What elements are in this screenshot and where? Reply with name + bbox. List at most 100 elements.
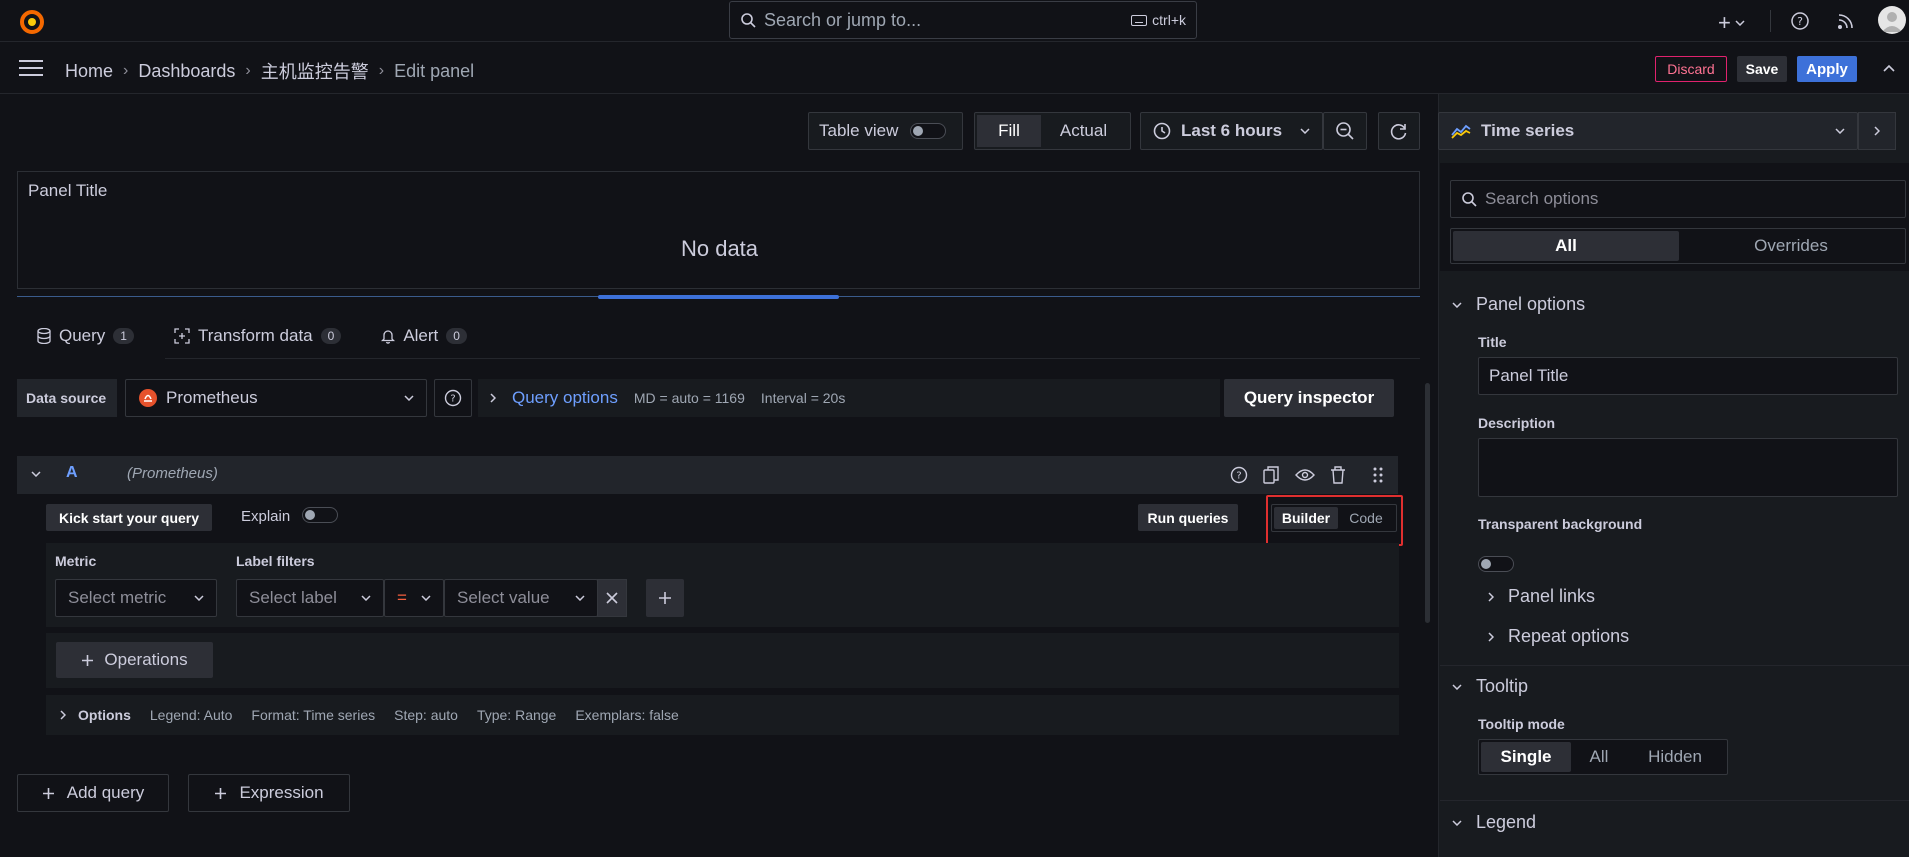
breadcrumb-current: Edit panel bbox=[394, 60, 475, 81]
query-inspector-button[interactable]: Query inspector bbox=[1224, 379, 1394, 417]
chevron-down-icon bbox=[1452, 819, 1462, 826]
tooltip-mode-single[interactable]: Single bbox=[1481, 742, 1571, 772]
tab-alert[interactable]: Alert 0 bbox=[361, 326, 487, 358]
options-tabs: All Overrides bbox=[1450, 228, 1906, 264]
duplicate-query-icon[interactable] bbox=[1263, 466, 1279, 484]
database-icon bbox=[37, 328, 51, 344]
chevron-right-icon bbox=[1488, 631, 1494, 642]
add-expression-button[interactable]: Expression bbox=[188, 774, 350, 812]
repeat-options-header[interactable]: Repeat options bbox=[1488, 626, 1629, 647]
save-button[interactable]: Save bbox=[1737, 56, 1787, 82]
collapse-query-chevron-icon[interactable] bbox=[31, 471, 41, 477]
prometheus-icon bbox=[139, 389, 157, 407]
zoom-out-icon bbox=[1336, 122, 1354, 140]
options-search-input[interactable]: Search options bbox=[1450, 180, 1906, 218]
chevron-down-icon bbox=[1735, 20, 1745, 26]
tab-query[interactable]: Query 1 bbox=[17, 326, 154, 362]
query-options-link[interactable]: Query options bbox=[512, 388, 618, 408]
explain-label: Explain bbox=[241, 508, 291, 525]
value-select[interactable]: Select value bbox=[444, 579, 598, 617]
query-options-bar[interactable]: Query options MD = auto = 1169 Interval … bbox=[478, 379, 1220, 417]
panel-preview: Panel Title No data bbox=[17, 171, 1420, 289]
tab-overrides[interactable]: Overrides bbox=[1679, 231, 1903, 261]
time-series-icon bbox=[1451, 124, 1471, 139]
chevron-down-icon bbox=[194, 595, 204, 601]
add-query-button[interactable]: Add query bbox=[17, 774, 169, 812]
chevron-down-icon bbox=[1452, 683, 1462, 690]
label-filters-label: Label filters bbox=[236, 553, 315, 569]
chevron-right-icon bbox=[1488, 591, 1494, 602]
apply-button[interactable]: Apply bbox=[1797, 56, 1857, 82]
label-select[interactable]: Select label bbox=[236, 579, 384, 617]
query-ref-id[interactable]: A bbox=[66, 464, 78, 482]
refresh-icon bbox=[1390, 124, 1407, 140]
zoom-out-button[interactable] bbox=[1323, 112, 1367, 150]
panel-links-header[interactable]: Panel links bbox=[1488, 586, 1595, 607]
tooltip-header[interactable]: Tooltip bbox=[1452, 676, 1528, 697]
run-queries-button[interactable]: Run queries bbox=[1138, 504, 1238, 531]
breadcrumb-home[interactable]: Home bbox=[65, 61, 113, 82]
collapse-options-button[interactable] bbox=[1858, 112, 1896, 150]
refresh-button[interactable] bbox=[1378, 112, 1420, 150]
remove-filter-button[interactable] bbox=[597, 579, 627, 617]
operator-select[interactable]: = bbox=[384, 579, 444, 617]
breadcrumb-dashboard[interactable]: 主机监控告警 bbox=[261, 58, 369, 84]
chevron-down-icon bbox=[404, 395, 414, 401]
fill-option[interactable]: Fill bbox=[977, 115, 1041, 147]
metric-select[interactable]: Select metric bbox=[55, 579, 217, 617]
code-mode-option[interactable]: Code bbox=[1338, 507, 1394, 529]
search-input[interactable]: Search or jump to... ctrl+k bbox=[729, 1, 1197, 39]
explain-toggle[interactable] bbox=[302, 507, 338, 523]
plus-icon bbox=[659, 592, 671, 604]
divider bbox=[1770, 10, 1771, 32]
legend-header[interactable]: Legend bbox=[1452, 812, 1536, 833]
breadcrumb: Home › Dashboards › 主机监控告警 › Edit panel bbox=[65, 58, 474, 84]
drag-handle-icon[interactable] bbox=[1373, 466, 1383, 484]
query-options-row[interactable]: Options Legend: Auto Format: Time series… bbox=[46, 695, 1399, 735]
hide-query-eye-icon[interactable] bbox=[1295, 468, 1315, 482]
plus-icon: + bbox=[1718, 10, 1731, 35]
delete-query-trash-icon[interactable] bbox=[1330, 466, 1346, 484]
tooltip-mode-hidden[interactable]: Hidden bbox=[1627, 742, 1723, 772]
keyboard-icon bbox=[1131, 14, 1148, 26]
datasource-label: Data source bbox=[17, 379, 117, 417]
tab-all-options[interactable]: All bbox=[1453, 231, 1679, 261]
grafana-logo-icon[interactable] bbox=[18, 8, 46, 36]
add-filter-button[interactable] bbox=[646, 579, 684, 617]
transparent-option-label: Transparent background bbox=[1478, 516, 1643, 532]
editor-scrollbar[interactable] bbox=[1425, 383, 1430, 623]
chevron-right-icon: › bbox=[378, 62, 385, 79]
builder-mode-option[interactable]: Builder bbox=[1274, 507, 1338, 529]
tab-transform[interactable]: Transform data 0 bbox=[154, 326, 361, 358]
new-menu-button[interactable]: + bbox=[1718, 10, 1745, 36]
transparent-toggle[interactable] bbox=[1478, 556, 1514, 572]
resize-handle[interactable] bbox=[598, 295, 839, 299]
menu-hamburger-icon[interactable] bbox=[19, 59, 43, 77]
news-rss-icon[interactable] bbox=[1837, 12, 1855, 30]
breadcrumb-dashboards[interactable]: Dashboards bbox=[138, 61, 235, 82]
datasource-help-button[interactable]: ? bbox=[434, 379, 472, 417]
time-range-picker[interactable]: Last 6 hours bbox=[1140, 112, 1323, 150]
panel-options-header[interactable]: Panel options bbox=[1452, 294, 1585, 315]
tooltip-mode-toggle: Single All Hidden bbox=[1478, 739, 1728, 775]
chevron-down-icon bbox=[361, 595, 371, 601]
svg-text:?: ? bbox=[1236, 471, 1241, 482]
kick-start-button[interactable]: Kick start your query bbox=[46, 504, 212, 531]
query-row-help-icon[interactable]: ? bbox=[1230, 466, 1248, 484]
help-icon[interactable]: ? bbox=[1790, 11, 1810, 31]
transform-icon bbox=[174, 328, 190, 344]
collapse-chevron-up-icon[interactable] bbox=[1883, 64, 1895, 72]
title-input[interactable]: Panel Title bbox=[1478, 357, 1898, 395]
table-view-switch[interactable] bbox=[910, 123, 947, 139]
operations-button[interactable]: Operations bbox=[56, 642, 213, 678]
datasource-picker[interactable]: Prometheus bbox=[125, 379, 427, 417]
description-textarea[interactable] bbox=[1478, 438, 1898, 497]
search-placeholder: Search or jump to... bbox=[764, 9, 922, 30]
visualization-picker[interactable]: Time series bbox=[1438, 112, 1858, 150]
user-avatar[interactable] bbox=[1878, 6, 1906, 34]
tooltip-mode-all[interactable]: All bbox=[1571, 742, 1627, 772]
table-view-toggle[interactable]: Table view bbox=[808, 112, 963, 150]
chevron-down-icon bbox=[1835, 128, 1845, 134]
actual-option[interactable]: Actual bbox=[1041, 115, 1126, 147]
discard-button[interactable]: Discard bbox=[1655, 56, 1727, 82]
